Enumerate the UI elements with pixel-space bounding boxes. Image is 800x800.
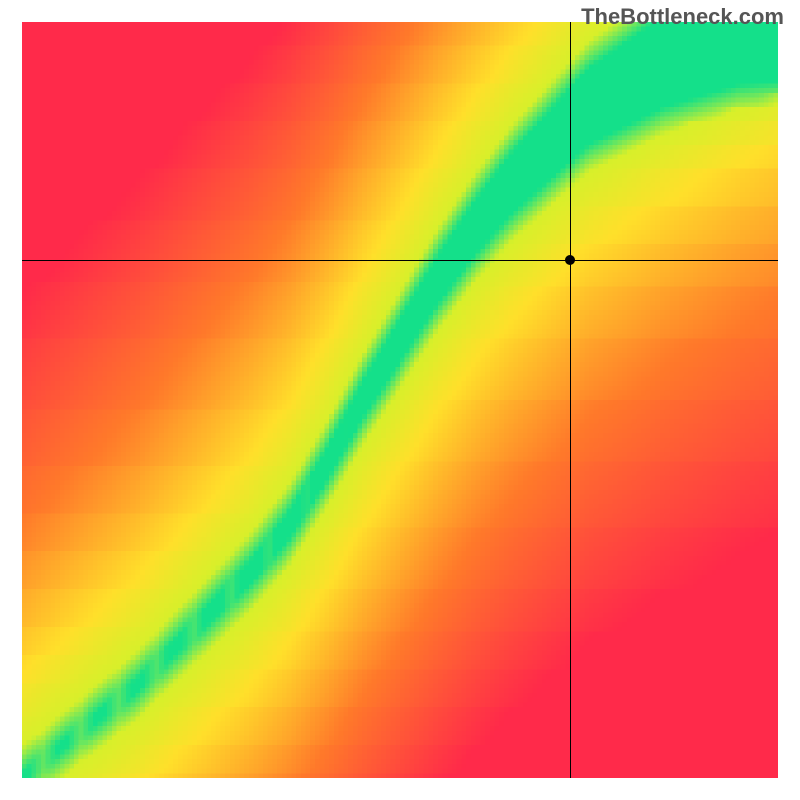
crosshair-horizontal [22, 260, 778, 261]
bottleneck-heatmap [22, 22, 778, 778]
watermark-text: TheBottleneck.com [581, 4, 784, 30]
crosshair-dot [565, 255, 575, 265]
crosshair-vertical [570, 22, 571, 778]
chart-root: TheBottleneck.com [0, 0, 800, 800]
